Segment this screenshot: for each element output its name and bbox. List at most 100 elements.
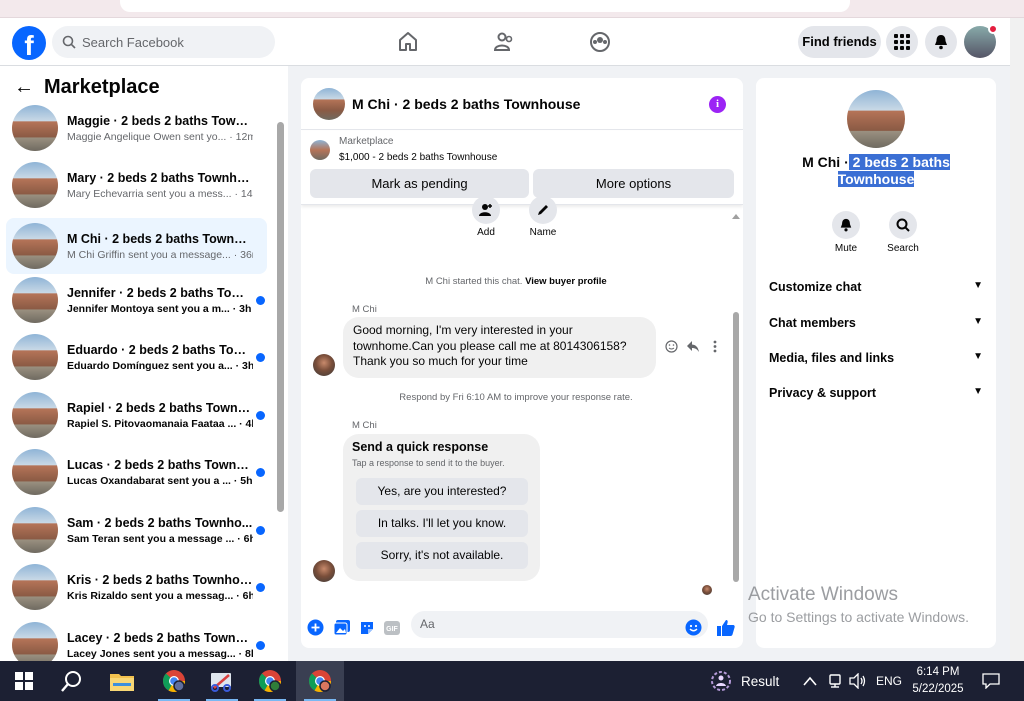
message-bubble[interactable]: Good morning, I'm very interested in you… (343, 317, 656, 378)
listing-name[interactable]: M Chi · 2 beds 2 baths Townhouse (756, 154, 996, 188)
snipping-tool-taskbar-icon[interactable] (198, 661, 246, 701)
name-label: Name (529, 227, 557, 238)
conversation-item[interactable]: Lucas · 2 beds 2 baths Townh... Lucas Oxa… (6, 444, 267, 500)
chat-bubble-icon (982, 673, 1000, 689)
home-icon[interactable] (396, 30, 420, 54)
system-clock[interactable]: 6:14 PM 5/22/2025 (900, 664, 976, 698)
conversation-list-scrollbar[interactable] (275, 108, 285, 661)
show-hidden-icons-button[interactable] (803, 661, 817, 701)
language-indicator[interactable]: ENG (876, 661, 902, 701)
info-icon[interactable]: i (709, 96, 726, 113)
file-explorer-taskbar-icon[interactable] (98, 661, 146, 701)
listing-name-highlight: Townhouse (837, 171, 915, 187)
conversation-title: Maggie · 2 beds 2 baths Townh... (67, 113, 253, 128)
chat-title[interactable]: M Chi · 2 beds 2 baths Townhouse (352, 96, 580, 112)
facebook-logo-icon[interactable]: f (12, 26, 46, 60)
react-emoji-icon[interactable] (665, 340, 678, 353)
search-input[interactable]: Search Facebook (52, 26, 275, 58)
reply-icon[interactable] (686, 340, 700, 353)
conversation-item[interactable]: Sam · 2 beds 2 baths Townho... Sam Teran … (6, 502, 267, 558)
gif-icon[interactable]: GIF (383, 619, 400, 636)
message-composer: GIF Aa (301, 608, 743, 648)
media-files-links-section[interactable]: Media, files and links ▼ (769, 351, 983, 365)
menu-button[interactable] (886, 26, 918, 58)
result-widget[interactable]: Result (710, 661, 779, 701)
chrome-profile-taskbar-icon[interactable] (150, 661, 198, 701)
search-action[interactable]: Search (881, 211, 925, 254)
pencil-icon (538, 205, 548, 215)
quick-reply-button[interactable]: Sorry, it's not available. (356, 542, 528, 569)
listing-thumbnail (12, 564, 58, 610)
chrome-profile-3-taskbar-icon[interactable] (296, 661, 344, 701)
profile-avatar[interactable] (964, 24, 998, 58)
conversation-item[interactable]: Mary · 2 beds 2 baths Townhouse Mary Eche… (6, 157, 267, 213)
grid-menu-icon (894, 34, 910, 50)
browser-tab-strip (0, 0, 1024, 18)
conversation-item[interactable]: Rapiel · 2 beds 2 baths Townh... Rapiel S… (6, 387, 267, 443)
conversation-item[interactable]: Kris · 2 beds 2 baths Townhouse Kris Riza… (6, 559, 267, 615)
chrome-profile-2-taskbar-icon[interactable] (246, 661, 294, 701)
message-input[interactable]: Aa (411, 611, 708, 638)
scrollbar-thumb[interactable] (277, 122, 284, 512)
groups-icon[interactable] (588, 30, 612, 54)
start-button[interactable] (0, 661, 48, 701)
chat-scrollbar-thumb[interactable] (733, 312, 739, 582)
network-tray-icon[interactable] (827, 661, 843, 701)
bell-icon (935, 35, 947, 50)
view-buyer-profile-link[interactable]: View buyer profile (525, 276, 607, 287)
browser-address-bar[interactable] (120, 0, 850, 12)
notification-center-button[interactable] (982, 661, 1000, 701)
conversation-item[interactable]: Jennifer · 2 beds 2 baths Town... Jennife… (6, 272, 267, 328)
find-friends-button[interactable]: Find friends (798, 26, 881, 58)
customize-chat-section[interactable]: Customize chat ▼ (769, 280, 983, 294)
chat-members-section[interactable]: Chat members ▼ (769, 316, 983, 330)
windows-taskbar: Result ENG 6:14 PM 5/22/2025 (0, 661, 1024, 701)
emoji-icon[interactable] (685, 619, 702, 636)
listing-thumbnail (12, 334, 58, 380)
sender-avatar[interactable] (313, 560, 335, 582)
conversation-item[interactable]: M Chi · 2 beds 2 baths Townhou... M Chi G… (6, 218, 267, 274)
result-app-icon (711, 671, 731, 691)
quick-reply-button[interactable]: Yes, are you interested? (356, 478, 528, 505)
message-thread: Add Name M Chi started this chat. View b… (301, 196, 731, 606)
more-options-button[interactable]: More options (533, 169, 734, 198)
quick-response-card: Send a quick response Tap a response to … (343, 434, 540, 581)
conversation-item[interactable]: Maggie · 2 beds 2 baths Townh... Maggie A… (6, 100, 267, 156)
name-action[interactable]: Name (526, 196, 560, 238)
notifications-button[interactable] (925, 26, 957, 58)
conversation-text: Kris · 2 beds 2 baths Townhouse Kris Riza… (67, 573, 253, 602)
clock-date: 5/22/2025 (912, 683, 964, 695)
add-action[interactable]: Add (469, 196, 503, 238)
chat-scrollbar[interactable] (730, 212, 742, 592)
search-placeholder: Search Facebook (82, 34, 184, 50)
conversation-item[interactable]: Eduardo · 2 beds 2 baths Tow... Eduardo D… (6, 329, 267, 385)
listing-image[interactable] (847, 90, 905, 148)
chevron-down-icon: ▼ (973, 386, 983, 397)
scroll-up-arrow-icon[interactable] (731, 212, 741, 220)
mark-as-pending-button[interactable]: Mark as pending (310, 169, 529, 198)
listing-detail[interactable]: $1,000 - 2 beds 2 baths Townhouse (339, 152, 497, 163)
conversation-title: Mary · 2 beds 2 baths Townhouse (67, 170, 253, 185)
page-scrollbar[interactable] (1010, 18, 1024, 661)
more-vertical-icon[interactable] (713, 340, 717, 353)
sticker-icon[interactable] (358, 619, 375, 636)
more-actions-plus-icon[interactable] (307, 619, 324, 636)
listing-small-thumbnail[interactable] (310, 140, 330, 160)
unread-dot (256, 583, 265, 592)
friends-icon[interactable] (492, 30, 516, 54)
back-arrow-icon[interactable]: ← (14, 76, 34, 99)
mute-action[interactable]: Mute (824, 211, 868, 254)
listing-thumbnail[interactable] (313, 87, 345, 120)
listing-thumbnail (12, 162, 58, 208)
sender-avatar[interactable] (313, 354, 335, 376)
taskbar-search-button[interactable] (48, 661, 96, 701)
response-rate-notice: Respond by Fri 6:10 AM to improve your r… (399, 392, 633, 403)
conversation-text: Rapiel · 2 beds 2 baths Townh... Rapiel S… (67, 401, 253, 430)
sender-name: M Chi (352, 304, 377, 315)
photo-icon[interactable] (333, 619, 350, 636)
privacy-support-section[interactable]: Privacy & support ▼ (769, 386, 983, 400)
listing-thumbnail (12, 223, 58, 269)
volume-tray-icon[interactable] (849, 661, 867, 701)
like-thumb-icon[interactable] (716, 619, 736, 636)
quick-reply-button[interactable]: In talks. I'll let you know. (356, 510, 528, 537)
